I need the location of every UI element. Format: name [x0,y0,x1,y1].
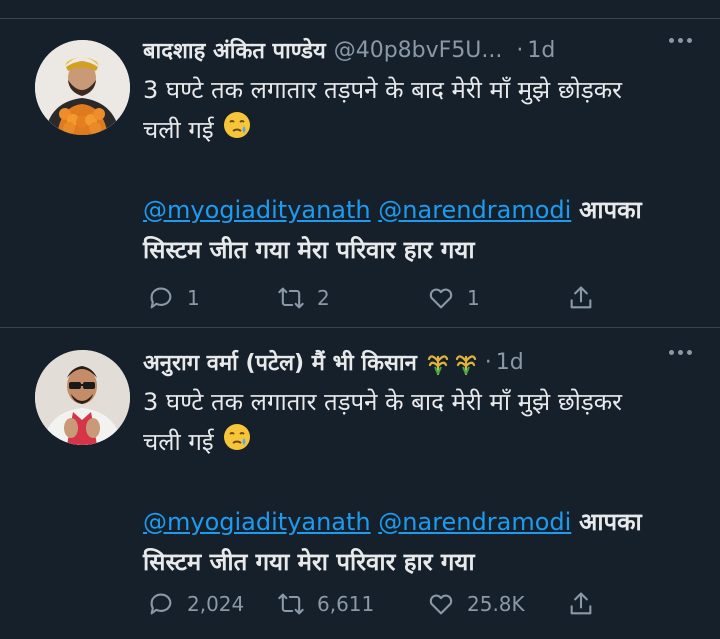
retweet-button[interactable]: 6,611 [277,590,374,618]
heart-icon [429,288,453,309]
retweet-count: 6,611 [317,592,375,616]
tweet-actions: 1 2 1 [143,284,613,316]
like-count: 25.8K [467,592,525,616]
tweet-header: अनुराग वर्मा (पटेल) मैं भी किसान · 1d [143,344,692,380]
tweet-actions: 2,024 6,611 25.8K [143,590,613,622]
tweet[interactable]: बादशाह अंकित पाण्डेय @40p8bvF5U... · 1d … [0,18,720,326]
mention-link[interactable]: @myogiadityanath [143,508,371,536]
retweet-button[interactable]: 2 [277,284,330,312]
mention-link[interactable]: @narendramodi [378,196,571,224]
user-handle[interactable]: @40p8bvF5U... [334,38,503,63]
retweet-icon [278,287,304,309]
mention-link[interactable]: @narendramodi [378,508,571,536]
avatar[interactable] [35,350,130,445]
mention-tail: आपका [578,196,642,224]
retweet-count: 2 [317,286,330,310]
tweet-line: सिस्टम जीत गया मेरा परिवार हार गया [143,236,475,264]
tweet-line-with-emoji: चली गई [143,422,680,462]
sad-face-emoji [222,422,252,464]
tweet-text: 3 घण्टे तक लगातार तड़पने के बाद मेरी माँ… [143,382,680,582]
heart-icon [429,594,453,615]
share-icon [570,286,592,309]
reply-count: 2,024 [187,592,245,616]
tweet-line: 3 घण्टे तक लगातार तड़पने के बाद मेरी माँ… [143,388,622,416]
reply-button[interactable]: 1 [147,284,200,312]
reply-count: 1 [187,286,200,310]
more-icon[interactable] [669,38,692,43]
separator: · [484,349,492,375]
tweet-header: बादशाह अंकित पाण्डेय @40p8bvF5U... · 1d [143,32,692,68]
share-icon [570,592,592,615]
reply-icon [150,287,172,309]
like-count: 1 [467,286,480,310]
avatar[interactable] [35,40,130,135]
tweet-line: सिस्टम जीत गया मेरा परिवार हार गया [143,548,475,576]
display-name[interactable]: अनुराग वर्मा (पटेल) मैं भी किसान [143,347,417,377]
display-name[interactable]: बादशाह अंकित पाण्डेय [143,35,326,65]
tweet-line-text: चली गई [143,428,214,456]
mention-link[interactable]: @myogiadityanath [143,196,371,224]
reply-icon [150,593,172,615]
sad-face-emoji [222,110,252,152]
separator: · [516,37,524,63]
mention-line: @myogiadityanath @narendramodi आपका [143,502,680,542]
timestamp[interactable]: 1d [496,350,524,375]
like-button[interactable]: 1 [427,284,480,312]
tweet-line-with-emoji: चली गई [143,110,680,150]
mention-line: @myogiadityanath @narendramodi आपका [143,190,680,230]
divider [0,327,720,328]
tweet-text: 3 घण्टे तक लगातार तड़पने के बाद मेरी माँ… [143,70,680,270]
timestamp[interactable]: 1d [527,38,555,63]
like-button[interactable]: 25.8K [427,590,525,618]
reply-button[interactable]: 2,024 [147,590,244,618]
tweet-line: 3 घण्टे तक लगातार तड़पने के बाद मेरी माँ… [143,76,622,104]
tweet[interactable]: अनुराग वर्मा (पटेल) मैं भी किसान · 1d 3 … [0,330,720,639]
timeline: बादशाह अंकित पाण्डेय @40p8bvF5U... · 1d … [0,0,720,639]
sheaf-of-rice-emoji [425,349,479,375]
tweet-line-text: चली गई [143,116,214,144]
share-button[interactable] [567,284,595,312]
mention-tail: आपका [578,508,642,536]
share-button[interactable] [567,590,595,618]
retweet-icon [278,593,304,615]
more-icon[interactable] [669,350,692,355]
